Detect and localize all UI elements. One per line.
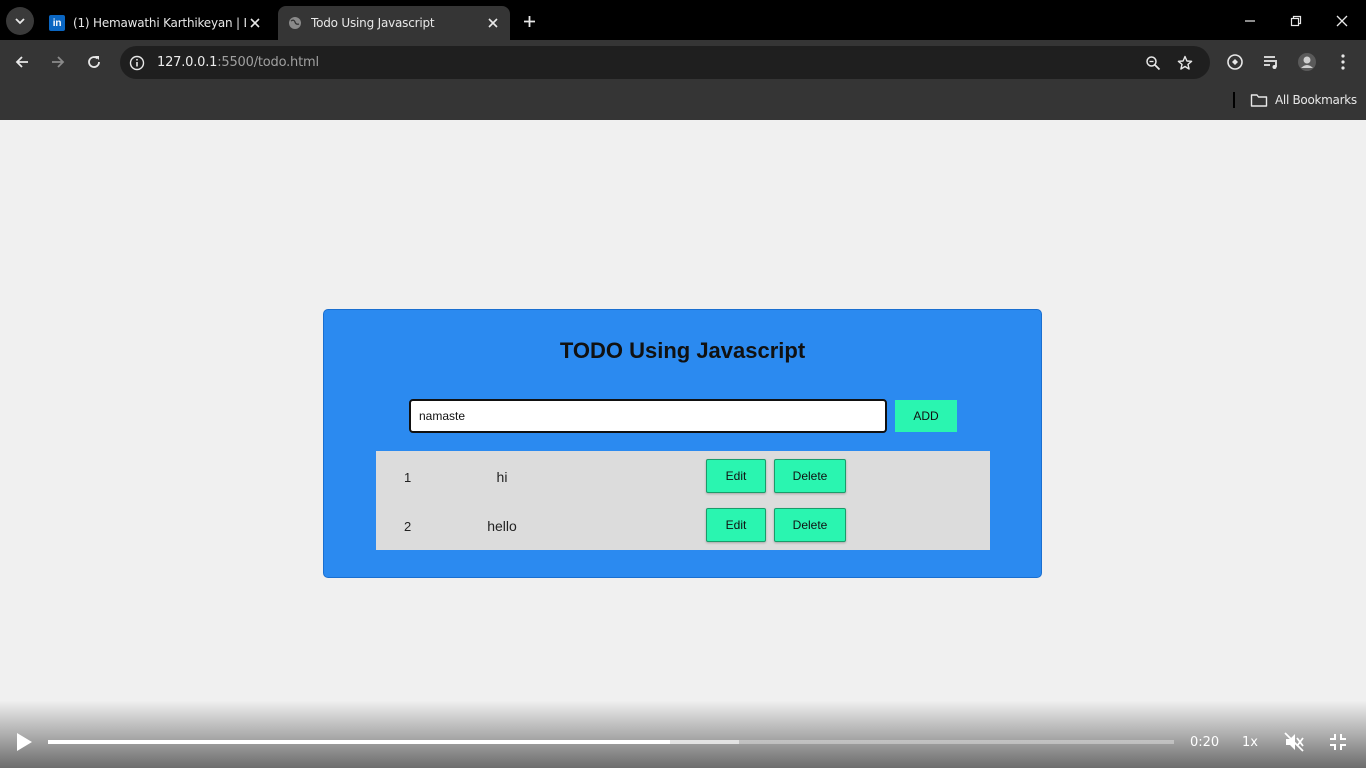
- reload-icon: [88, 56, 100, 68]
- add-button[interactable]: ADD: [895, 400, 957, 432]
- arrow-left-icon: [15, 56, 28, 68]
- minimize-icon: [1245, 20, 1255, 22]
- profile-avatar-icon[interactable]: [1296, 51, 1318, 73]
- tab-title: (1) Hemawathi Karthikeyan | Lin: [73, 16, 246, 30]
- address-bar[interactable]: 127.0.0.1:5500/todo.html: [120, 46, 1210, 79]
- media-controls-icon[interactable]: [1260, 51, 1282, 73]
- forward-button[interactable]: [46, 50, 70, 74]
- browser-toolbar: 127.0.0.1:5500/todo.html: [0, 40, 1366, 84]
- playback-speed-button[interactable]: 1x: [1242, 735, 1258, 750]
- list-item: 1 hi Edit Delete: [376, 451, 990, 500]
- edit-button[interactable]: Edit: [706, 459, 766, 493]
- linkedin-icon: in: [49, 15, 65, 31]
- plus-icon: [523, 15, 535, 27]
- edit-button[interactable]: Edit: [706, 508, 766, 542]
- video-controls-backdrop: [0, 700, 1366, 768]
- restore-button[interactable]: [1283, 8, 1309, 34]
- item-number: 1: [404, 470, 412, 485]
- todo-list: 1 hi Edit Delete 2 hello Edit Delete: [376, 451, 990, 550]
- back-button[interactable]: [10, 50, 34, 74]
- video-time: 0:20: [1190, 735, 1220, 750]
- tab-todo[interactable]: Todo Using Javascript: [278, 6, 510, 40]
- exit-fullscreen-button[interactable]: [1326, 730, 1350, 754]
- new-tab-button[interactable]: [518, 10, 540, 32]
- exit-fullscreen-icon: [1330, 734, 1346, 750]
- globe-icon: [287, 15, 303, 31]
- minimize-button[interactable]: [1237, 8, 1263, 34]
- item-number: 2: [404, 519, 412, 534]
- all-bookmarks-label: All Bookmarks: [1275, 93, 1357, 107]
- video-progress-bar[interactable]: [48, 740, 1174, 744]
- browser-menu-icon[interactable]: [1332, 51, 1354, 73]
- list-item: 2 hello Edit Delete: [376, 500, 990, 549]
- play-icon: [17, 733, 32, 751]
- play-button[interactable]: [13, 731, 35, 753]
- close-tab-icon[interactable]: [484, 14, 502, 32]
- extension-icon[interactable]: [1224, 51, 1246, 73]
- item-text: hello: [487, 518, 517, 534]
- mute-button[interactable]: [1282, 730, 1306, 754]
- page-title: TODO Using Javascript: [559, 338, 806, 363]
- zoom-icon[interactable]: [1144, 54, 1162, 72]
- arrow-right-icon: [52, 56, 65, 68]
- folder-icon: [1250, 94, 1268, 107]
- tab-title: Todo Using Javascript: [311, 16, 435, 30]
- todo-card: TODO Using Javascript ADD 1 hi Edit Dele…: [323, 309, 1042, 578]
- todo-input[interactable]: [409, 399, 887, 433]
- all-bookmarks-button[interactable]: All Bookmarks: [1250, 92, 1357, 108]
- bookmark-star-icon[interactable]: [1176, 54, 1194, 72]
- chevron-down-icon: [15, 18, 25, 25]
- tab-search-button[interactable]: [6, 7, 34, 35]
- close-icon: [1336, 15, 1348, 27]
- close-window-button[interactable]: [1329, 8, 1355, 34]
- played-range: [48, 740, 670, 744]
- bookmarks-bar: All Bookmarks: [0, 84, 1366, 120]
- bookmarks-divider: [1233, 92, 1235, 108]
- url-text: 127.0.0.1:5500/todo.html: [157, 55, 319, 70]
- tab-linkedin[interactable]: in (1) Hemawathi Karthikeyan | Lin: [40, 6, 272, 40]
- restore-icon: [1290, 15, 1302, 27]
- reload-button[interactable]: [82, 50, 106, 74]
- close-tab-icon[interactable]: [246, 14, 264, 32]
- delete-button[interactable]: Delete: [774, 459, 846, 493]
- tab-strip: in (1) Hemawathi Karthikeyan | Lin Todo …: [0, 0, 1366, 40]
- muted-speaker-icon: [1284, 732, 1304, 752]
- item-text: hi: [496, 469, 508, 485]
- delete-button[interactable]: Delete: [774, 508, 846, 542]
- site-info-icon[interactable]: [128, 54, 146, 72]
